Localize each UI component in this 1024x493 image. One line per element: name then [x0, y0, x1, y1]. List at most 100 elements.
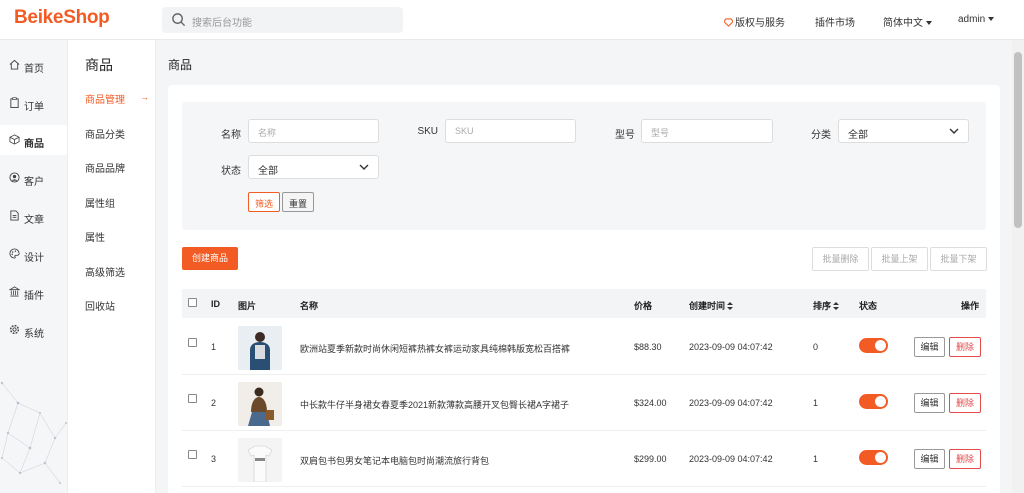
- col-image: 图片: [238, 301, 257, 311]
- subnav-item-product-management[interactable]: 商品管理: [85, 91, 125, 106]
- edit-button[interactable]: 编辑: [914, 449, 945, 469]
- edit-button[interactable]: 编辑: [914, 337, 945, 357]
- sidebar-item-articles[interactable]: 文章: [0, 201, 67, 231]
- chevron-down-icon: [988, 17, 995, 21]
- subnav-item-recycle-bin[interactable]: 回收站: [85, 298, 115, 313]
- status-toggle[interactable]: [859, 394, 888, 409]
- row-id: 1: [211, 342, 217, 352]
- col-id: ID: [211, 299, 220, 309]
- language-dropdown[interactable]: 简体中文: [883, 14, 932, 29]
- bulk-off-shelf-button[interactable]: 批量下架: [930, 247, 987, 271]
- chevron-down-icon: [949, 128, 959, 134]
- create-product-button[interactable]: 创建商品: [182, 247, 238, 270]
- search-box[interactable]: 搜索后台功能: [162, 7, 403, 33]
- col-created-sort[interactable]: 创建时间: [689, 299, 734, 312]
- product-name[interactable]: 中长款牛仔半身裙女春夏季2021新款薄款高腰开叉包臀长裙A字裙子: [300, 398, 569, 411]
- sidebar-item-products[interactable]: 商品: [0, 125, 67, 155]
- row-checkbox[interactable]: [188, 450, 197, 459]
- col-status: 状态: [859, 301, 878, 311]
- model-label: 型号: [615, 130, 635, 141]
- product-created: 2023-09-09 04:07:42: [689, 398, 773, 408]
- sidebar-item-customers[interactable]: 客户: [0, 163, 67, 193]
- delete-button[interactable]: 删除: [949, 337, 981, 357]
- subnav-title: 商品: [85, 57, 113, 73]
- table-header: ID 图片 名称 价格 创建时间 排序 状态 操作: [182, 289, 986, 318]
- copyright-link[interactable]: 版权与服务: [723, 14, 785, 29]
- subnav-item-attribute-groups[interactable]: 属性组: [85, 195, 115, 210]
- sidebar-item-orders[interactable]: 订单: [0, 88, 67, 118]
- search-input[interactable]: 搜索后台功能: [192, 14, 252, 29]
- product-price: $88.30: [634, 342, 662, 352]
- status-toggle[interactable]: [859, 338, 888, 353]
- subnav-item-advanced-filter[interactable]: 高级筛选: [85, 264, 125, 279]
- row-id: 3: [211, 454, 217, 464]
- reset-button[interactable]: 重置: [282, 192, 315, 212]
- model-input[interactable]: 型号: [641, 119, 773, 143]
- delete-button[interactable]: 删除: [949, 393, 981, 413]
- product-name[interactable]: 双肩包书包男女笔记本电脑包时尚潮流旅行背包: [300, 454, 489, 467]
- row-checkbox[interactable]: [188, 394, 197, 403]
- col-sort-sort[interactable]: 排序: [813, 299, 840, 312]
- product-image[interactable]: [238, 438, 282, 482]
- subnav-item-categories[interactable]: 商品分类: [85, 126, 125, 141]
- bulk-on-shelf-button[interactable]: 批量上架: [871, 247, 928, 271]
- col-price: 价格: [634, 301, 653, 311]
- network-decoration: [0, 381, 67, 484]
- row-id: 2: [211, 398, 217, 408]
- filter-panel: 名称 名称 SKU SKU 型号 型号 分类 全部 状态 全部 筛选 重置: [182, 102, 986, 230]
- product-image[interactable]: [238, 326, 282, 370]
- palette-icon: [9, 248, 20, 259]
- box-icon: [9, 134, 20, 145]
- status-select[interactable]: 全部: [248, 155, 379, 179]
- sidebar-item-home[interactable]: 首页: [0, 50, 67, 80]
- logo[interactable]: BeikeShop: [14, 7, 110, 29]
- sidebar-item-design[interactable]: 设计: [0, 239, 67, 269]
- sort-icon: [727, 302, 734, 310]
- category-select[interactable]: 全部: [838, 119, 969, 143]
- product-price: $324.00: [634, 398, 667, 408]
- table-row: 1 欧洲站夏季新款时尚休闲短裤热裤女裤运动家具纯棉韩版宽松百搭裤 $88.30 …: [182, 319, 986, 375]
- select-all-checkbox[interactable]: [188, 298, 197, 307]
- name-input[interactable]: 名称: [248, 119, 379, 143]
- col-ops: 操作: [961, 301, 980, 311]
- main-content: 商品 名称 名称 SKU SKU 型号 型号 分类 全部 状态 全部 筛选 重置…: [156, 40, 1012, 493]
- top-header: BeikeShop 搜索后台功能 版权与服务 插件市场 简体中文 admin: [0, 0, 1024, 40]
- table-row: 3 双肩包书包男女笔记本电脑包时尚潮流旅行背包 $299.00 2023-09-…: [182, 431, 986, 487]
- product-name[interactable]: 欧洲站夏季新款时尚休闲短裤热裤女裤运动家具纯棉韩版宽松百搭裤: [300, 342, 570, 355]
- diamond-icon: [723, 18, 734, 27]
- clipboard-icon: [10, 97, 19, 108]
- filter-button[interactable]: 筛选: [248, 192, 281, 212]
- sku-label: SKU: [417, 126, 438, 137]
- scrollbar-thumb[interactable]: [1014, 52, 1022, 228]
- user-circle-icon: [9, 172, 20, 183]
- sidebar-item-system[interactable]: 系统: [0, 315, 67, 345]
- sku-input[interactable]: SKU: [445, 119, 576, 143]
- product-sort: 1: [813, 398, 819, 408]
- product-price: $299.00: [634, 454, 667, 464]
- product-created: 2023-09-09 04:07:42: [689, 342, 773, 352]
- subnav-item-attributes[interactable]: 属性: [85, 229, 105, 244]
- page-scrollbar[interactable]: [1012, 40, 1024, 493]
- arrow-right-icon: →: [140, 92, 149, 102]
- table-row: 2 中长款牛仔半身裙女春夏季2021新款薄款高腰开叉包臀长裙A字裙子 $324.…: [182, 375, 986, 431]
- name-label: 名称: [221, 130, 241, 141]
- gear-icon: [9, 324, 20, 335]
- sidebar: 首页 订单 商品 客户 文章 设计 插件 系统: [0, 40, 68, 493]
- product-image[interactable]: [238, 382, 282, 426]
- chevron-down-icon: [359, 164, 369, 170]
- col-name: 名称: [300, 301, 319, 311]
- bulk-delete-button[interactable]: 批量删除: [812, 247, 869, 271]
- page-title: 商品: [168, 58, 193, 72]
- plugin-market-link[interactable]: 插件市场: [815, 14, 855, 29]
- status-label: 状态: [221, 166, 241, 177]
- home-icon: [9, 59, 20, 70]
- user-menu[interactable]: admin: [958, 14, 995, 25]
- subnav-item-brands[interactable]: 商品品牌: [85, 160, 125, 175]
- status-toggle[interactable]: [859, 450, 888, 465]
- edit-button[interactable]: 编辑: [914, 393, 945, 413]
- row-checkbox[interactable]: [188, 338, 197, 347]
- sidebar-item-plugins[interactable]: 插件: [0, 277, 67, 307]
- document-icon: [10, 210, 19, 221]
- delete-button[interactable]: 删除: [949, 449, 981, 469]
- sort-icon: [833, 302, 840, 310]
